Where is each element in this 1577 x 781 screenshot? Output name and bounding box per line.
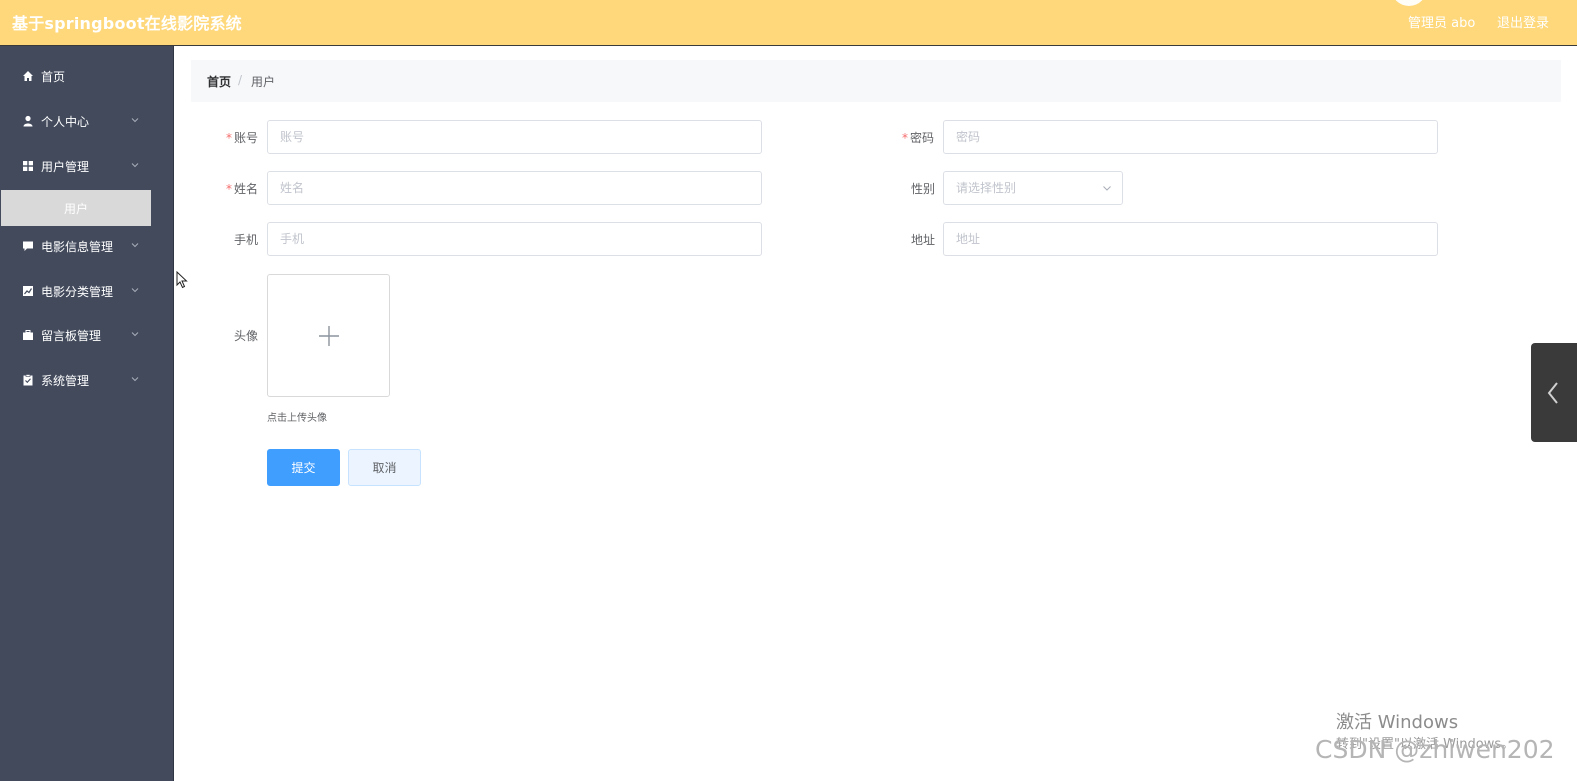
required-mark: * (226, 131, 232, 145)
sidebar-subitem-label: 用户 (63, 202, 88, 216)
name-input[interactable] (267, 171, 762, 205)
clipboard-icon (23, 374, 33, 386)
sidebar-item-movie-info[interactable]: 电影信息管理 (0, 226, 174, 270)
sidebar-item-label: 首页 (41, 70, 66, 84)
account-label-text: 账号 (234, 131, 259, 145)
chevron-down-icon (131, 377, 139, 382)
side-panel-toggle[interactable] (1531, 343, 1577, 442)
gender-select-input[interactable] (943, 171, 1123, 205)
sidebar: 首页 个人中心 用户管理 用户 电影信息管理 电影分类管理 留言板管理 系统管理 (0, 46, 174, 781)
chat-icon (23, 241, 33, 251)
chevron-down-icon (131, 243, 139, 248)
cancel-button[interactable]: 取消 (348, 449, 421, 486)
phone-label: 手机 (234, 233, 259, 247)
sidebar-item-label: 用户管理 (41, 160, 90, 174)
avatar-label: 头像 (234, 329, 259, 343)
csdn-watermark: CSDN @zhiwen202 (1315, 735, 1555, 764)
sidebar-item-movie-category[interactable]: 电影分类管理 (0, 271, 174, 315)
admin-label: 管理员 abo (1408, 16, 1476, 31)
avatar-upload-hint: 点击上传头像 (267, 413, 327, 424)
address-input[interactable] (943, 222, 1438, 256)
account-label: * 账号 (226, 129, 258, 146)
gender-label: 性别 (911, 182, 936, 196)
account-input[interactable] (267, 120, 762, 154)
name-label-text: 姓名 (234, 182, 259, 196)
sidebar-item-label: 个人中心 (41, 115, 90, 129)
sidebar-item-system-management[interactable]: 系统管理 (0, 360, 174, 404)
chevron-left-icon (1547, 382, 1558, 404)
sidebar-subitem-user[interactable]: 用户 (1, 190, 151, 226)
sidebar-item-label: 电影信息管理 (41, 240, 114, 254)
required-mark: * (902, 131, 908, 145)
chevron-down-icon (131, 118, 139, 123)
gender-select[interactable] (943, 171, 1123, 205)
home-icon (23, 71, 33, 81)
chevron-down-icon (131, 288, 139, 293)
address-label: 地址 (911, 233, 936, 247)
logout-link[interactable]: 退出登录 (1497, 12, 1549, 31)
sidebar-item-label: 系统管理 (41, 374, 90, 388)
app-title: 基于springboot在线影院系统 (12, 14, 242, 33)
briefcase-icon (23, 330, 33, 340)
sidebar-item-personal-center[interactable]: 个人中心 (0, 101, 174, 145)
phone-input[interactable] (267, 222, 762, 256)
user-icon (23, 115, 33, 127)
breadcrumb-home[interactable]: 首页 (207, 73, 231, 90)
sidebar-item-label: 留言板管理 (41, 329, 102, 343)
submit-button[interactable]: 提交 (267, 449, 340, 486)
chart-icon (23, 286, 33, 296)
breadcrumb-current: 用户 (251, 75, 276, 89)
top-header: 基于springboot在线影院系统 管理员 abo 退出登录 (0, 0, 1577, 46)
chevron-down-icon (131, 332, 139, 337)
password-input[interactable] (943, 120, 1438, 154)
mouse-cursor-icon (176, 271, 188, 289)
breadcrumb: 首页 / 用户 (191, 60, 1561, 102)
name-label: * 姓名 (226, 180, 258, 197)
sidebar-item-home[interactable]: 首页 (0, 56, 174, 100)
password-label-text: 密码 (910, 131, 935, 145)
windows-activation-title: 激活 Windows (1336, 712, 1459, 733)
breadcrumb-separator: / (238, 73, 243, 87)
grid-icon (23, 161, 33, 171)
avatar[interactable] (1391, 0, 1427, 6)
sidebar-item-user-management[interactable]: 用户管理 (0, 146, 174, 190)
sidebar-item-message-board[interactable]: 留言板管理 (0, 315, 174, 359)
required-mark: * (226, 182, 232, 196)
sidebar-item-label: 电影分类管理 (41, 285, 114, 299)
password-label: * 密码 (902, 129, 934, 146)
avatar-upload[interactable] (267, 274, 390, 397)
plus-icon (319, 326, 339, 346)
chevron-down-icon (131, 163, 139, 168)
